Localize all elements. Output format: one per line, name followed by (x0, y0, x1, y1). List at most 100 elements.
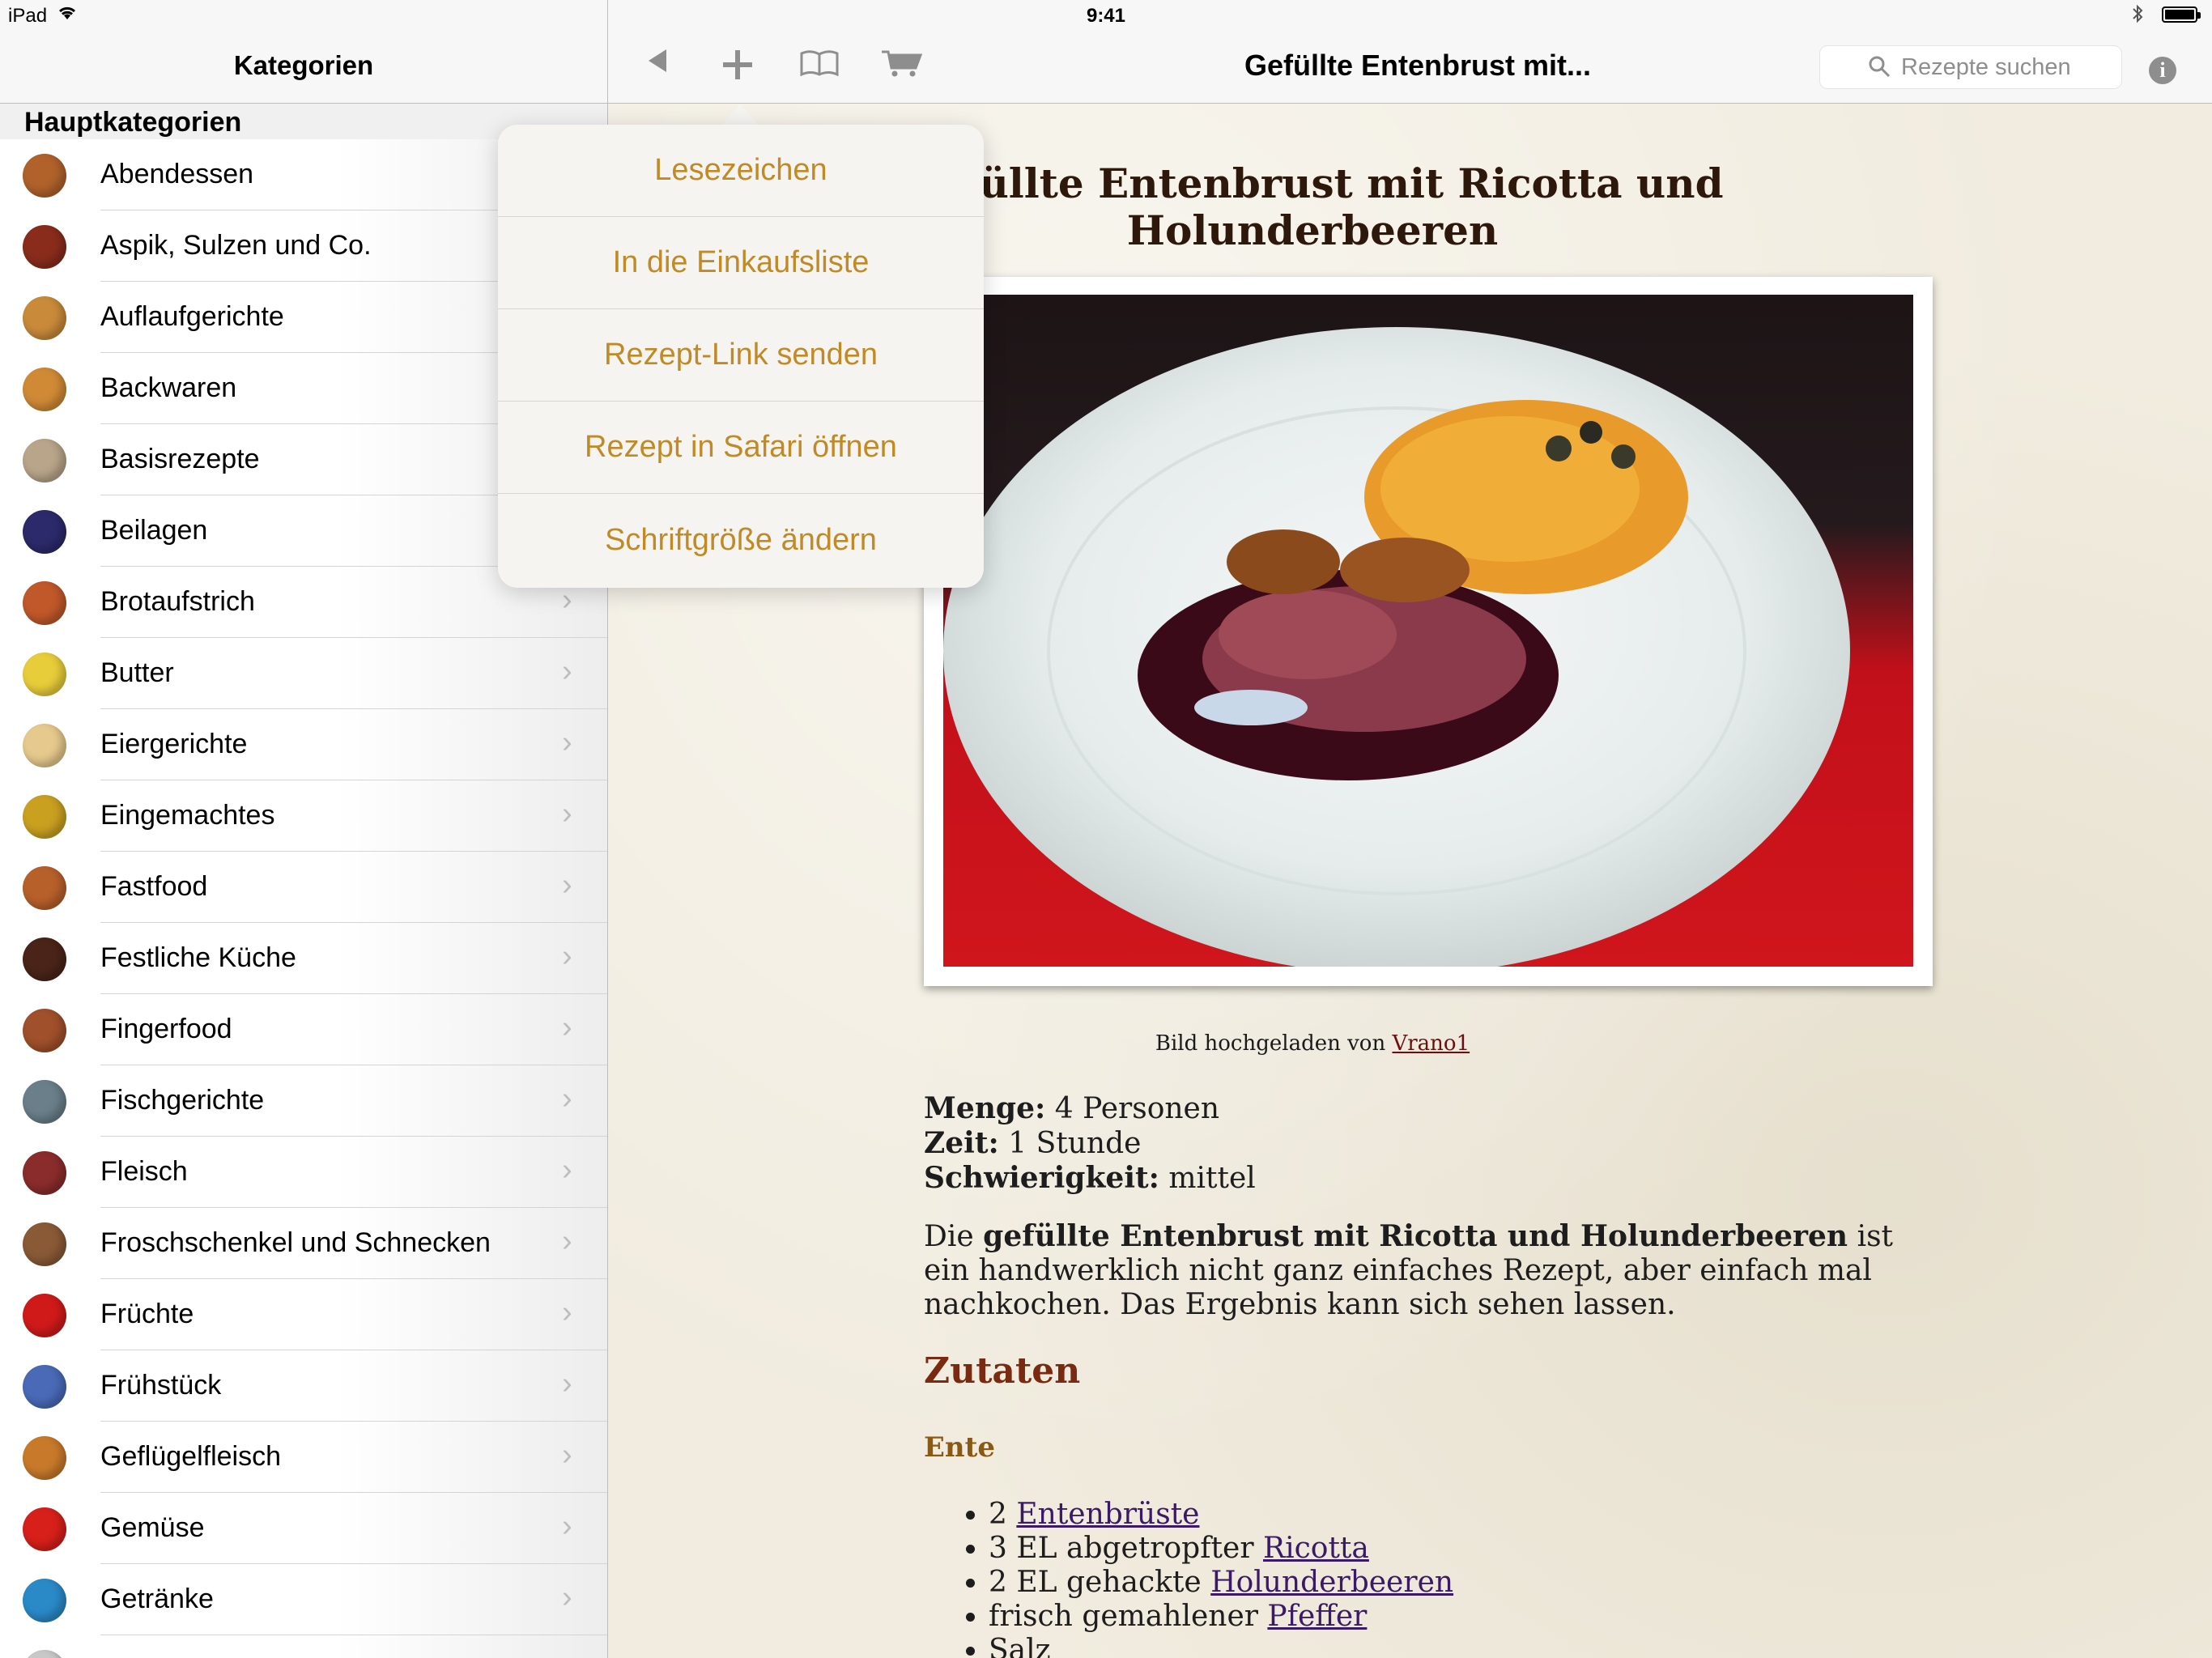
category-item[interactable]: Früchte › (0, 1279, 607, 1350)
casserole-icon (23, 296, 66, 340)
popover-menu-item[interactable]: Schriftgröße ändern (498, 494, 984, 586)
back-button[interactable] (645, 47, 670, 82)
category-label: Eiergerichte (100, 729, 248, 759)
burger-icon (23, 866, 66, 910)
intro-bold: gefüllte Entenbrust mit Ricotta und Holu… (983, 1219, 1848, 1253)
popover-menu-item[interactable]: In die Einkaufsliste (498, 217, 984, 309)
ingredient-link[interactable]: Entenbrüste (1016, 1498, 1199, 1531)
schwierigkeit-label: Schwierigkeit: (924, 1161, 1159, 1195)
status-bar: iPad 9:41 (0, 0, 2212, 32)
ingredients-heading: Zutaten (924, 1350, 1081, 1392)
menge-label: Menge: (924, 1091, 1046, 1125)
shopping-cart-icon[interactable] (880, 49, 924, 78)
category-label: Festliche Küche (100, 942, 296, 973)
action-popover: Lesezeichen In die Einkaufsliste Rezept-Li… (498, 125, 984, 588)
chevron-right-icon: › (562, 654, 572, 688)
category-item[interactable]: Fleisch › (0, 1137, 607, 1208)
meat-icon (23, 1151, 66, 1195)
apple-icon (23, 1294, 66, 1337)
chevron-right-icon: › (562, 1082, 572, 1116)
category-item[interactable]: Fastfood › (0, 852, 607, 923)
roast-dish-icon (23, 154, 66, 198)
popover-menu-item[interactable]: Rezept-Link senden (498, 309, 984, 402)
chevron-right-icon: › (562, 1580, 572, 1614)
ingredient-text: 2 EL gehackte (989, 1566, 1202, 1599)
menge-value: 4 Personen (1054, 1092, 1220, 1125)
ingredient-text: frisch gemahlener (989, 1600, 1258, 1633)
bread-icon (23, 368, 66, 411)
chevron-right-icon: › (562, 1652, 572, 1658)
snail-icon (23, 1222, 66, 1266)
category-item[interactable]: Festliche Küche › (0, 923, 607, 994)
ingredient-item: 2 EL gehackte Holunderbeeren (989, 1566, 1453, 1600)
cocktail-icon (23, 1579, 66, 1622)
category-label: Auflaufgerichte (100, 301, 284, 332)
aspic-icon (23, 225, 66, 269)
chevron-right-icon: › (562, 797, 572, 831)
bookmarks-book-icon[interactable] (799, 49, 840, 77)
magnifier-icon (23, 439, 66, 483)
ingredient-link[interactable]: Holunderbeeren (1210, 1566, 1453, 1599)
butter-icon (23, 653, 66, 696)
photo-caption: Bild hochgeladen von Vrano1 (875, 1031, 1750, 1056)
chevron-right-icon: › (562, 1224, 572, 1258)
ingredient-text: 2 (989, 1498, 1007, 1531)
chevron-right-icon: › (562, 1295, 572, 1329)
category-label: Backwaren (100, 372, 237, 403)
category-item[interactable]: Froschschenkel und Schnecken › (0, 1208, 607, 1279)
category-label: Fleisch (100, 1156, 188, 1187)
info-icon[interactable]: i (2149, 57, 2176, 84)
ingredient-group-heading: Ente (924, 1431, 995, 1464)
category-item[interactable]: Eingemachtes › (0, 780, 607, 852)
category-item[interactable]: Geflügelfleisch › (0, 1422, 607, 1493)
chevron-right-icon: › (562, 1438, 572, 1472)
category-label: Fastfood (100, 871, 208, 902)
ingredient-link[interactable]: Ricotta (1263, 1532, 1369, 1565)
category-label: Frühstück (100, 1370, 222, 1401)
category-item[interactable]: Gemüse › (0, 1493, 607, 1564)
toast-icon (23, 581, 66, 625)
category-label: Aspik, Sulzen und Co. (100, 230, 372, 261)
popover-menu-item[interactable]: Lesezeichen (498, 125, 984, 217)
schwierigkeit-value: mittel (1168, 1162, 1256, 1195)
category-label: Fischgerichte (100, 1085, 265, 1116)
search-placeholder: Rezepte suchen (1901, 54, 2071, 80)
intro-prefix: Die (924, 1220, 974, 1253)
category-item[interactable]: Fischgerichte › (0, 1065, 607, 1137)
category-label: Gemüse (100, 1512, 205, 1543)
category-item[interactable]: Frühstück › (0, 1350, 607, 1422)
chevron-right-icon: › (562, 1509, 572, 1543)
poultry-icon (23, 1436, 66, 1480)
category-label: Abendessen (100, 159, 254, 189)
recipe-title: Gefüllte Entenbrust mit Ricotta und Holu… (901, 159, 1724, 254)
recipe-intro: Die gefüllte Entenbrust mit Ricotta und … (924, 1219, 1944, 1322)
chevron-right-icon: › (562, 1153, 572, 1187)
category-item[interactable]: Fingerfood › (0, 994, 607, 1065)
chevron-right-icon: › (562, 583, 572, 617)
category-item[interactable]: Butter › (0, 638, 607, 709)
sidebar-title: Kategorien (233, 50, 374, 80)
fish-icon (23, 1080, 66, 1124)
chevron-right-icon: › (562, 868, 572, 902)
popover-menu-item[interactable]: Rezept in Safari öffnen (498, 402, 984, 494)
add-button[interactable] (721, 39, 754, 91)
cake-icon (23, 937, 66, 981)
breakfast-icon (23, 1365, 66, 1409)
chevron-right-icon: › (562, 939, 572, 973)
ingredient-link[interactable]: Pfeffer (1267, 1600, 1367, 1633)
category-item[interactable]: › (0, 1635, 607, 1658)
search-icon (1869, 56, 1891, 78)
caption-prefix: Bild hochgeladen von (1155, 1031, 1386, 1056)
caption-user-link[interactable]: Vrano1 (1392, 1031, 1470, 1056)
category-label: Brotaufstrich (100, 586, 255, 617)
category-label: Getränke (100, 1584, 214, 1614)
search-field[interactable]: Rezepte suchen (1819, 45, 2122, 89)
category-label: Froschschenkel und Schnecken (100, 1227, 491, 1258)
recipe-photo-frame (924, 277, 1933, 986)
category-item[interactable]: Getränke › (0, 1564, 607, 1635)
battery-level (2165, 10, 2194, 19)
category-item[interactable]: Eiergerichte › (0, 709, 607, 780)
chevron-right-icon: › (562, 1367, 572, 1401)
pepper-icon (23, 1507, 66, 1551)
recipe-photo[interactable] (943, 295, 1913, 967)
